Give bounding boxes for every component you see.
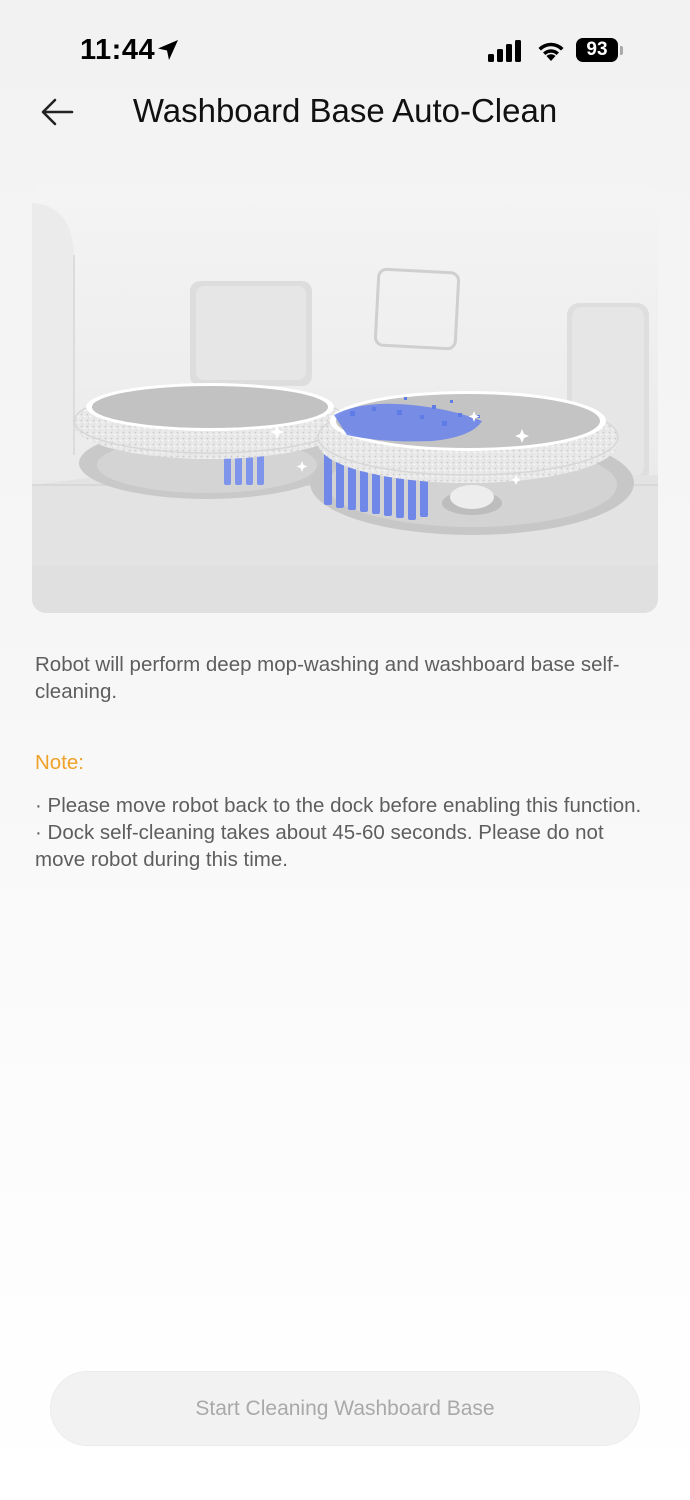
note-item: · Dock self-cleaning takes about 45-60 s… xyxy=(35,821,604,871)
status-bar: 11:44 93 xyxy=(0,0,690,100)
note-list: · Please move robot back to the dock bef… xyxy=(35,792,655,873)
battery-cap xyxy=(620,46,623,55)
page-title: Washboard Base Auto-Clean xyxy=(132,92,558,129)
battery-level: 93 xyxy=(576,38,618,62)
wifi-icon xyxy=(538,42,564,61)
battery-icon: 93 xyxy=(576,38,623,64)
note-label: Note: xyxy=(35,751,84,774)
description-text: Robot will perform deep mop-washing and … xyxy=(35,653,620,703)
location-arrow-icon xyxy=(158,40,178,60)
cellular-signal-icon xyxy=(488,40,521,62)
note-item: · Please move robot back to the dock bef… xyxy=(35,794,642,817)
start-cleaning-button[interactable]: Start Cleaning Washboard Base xyxy=(50,1371,640,1446)
status-time: 11:44 xyxy=(80,34,156,66)
robot-mop-dock-illustration xyxy=(32,185,658,613)
